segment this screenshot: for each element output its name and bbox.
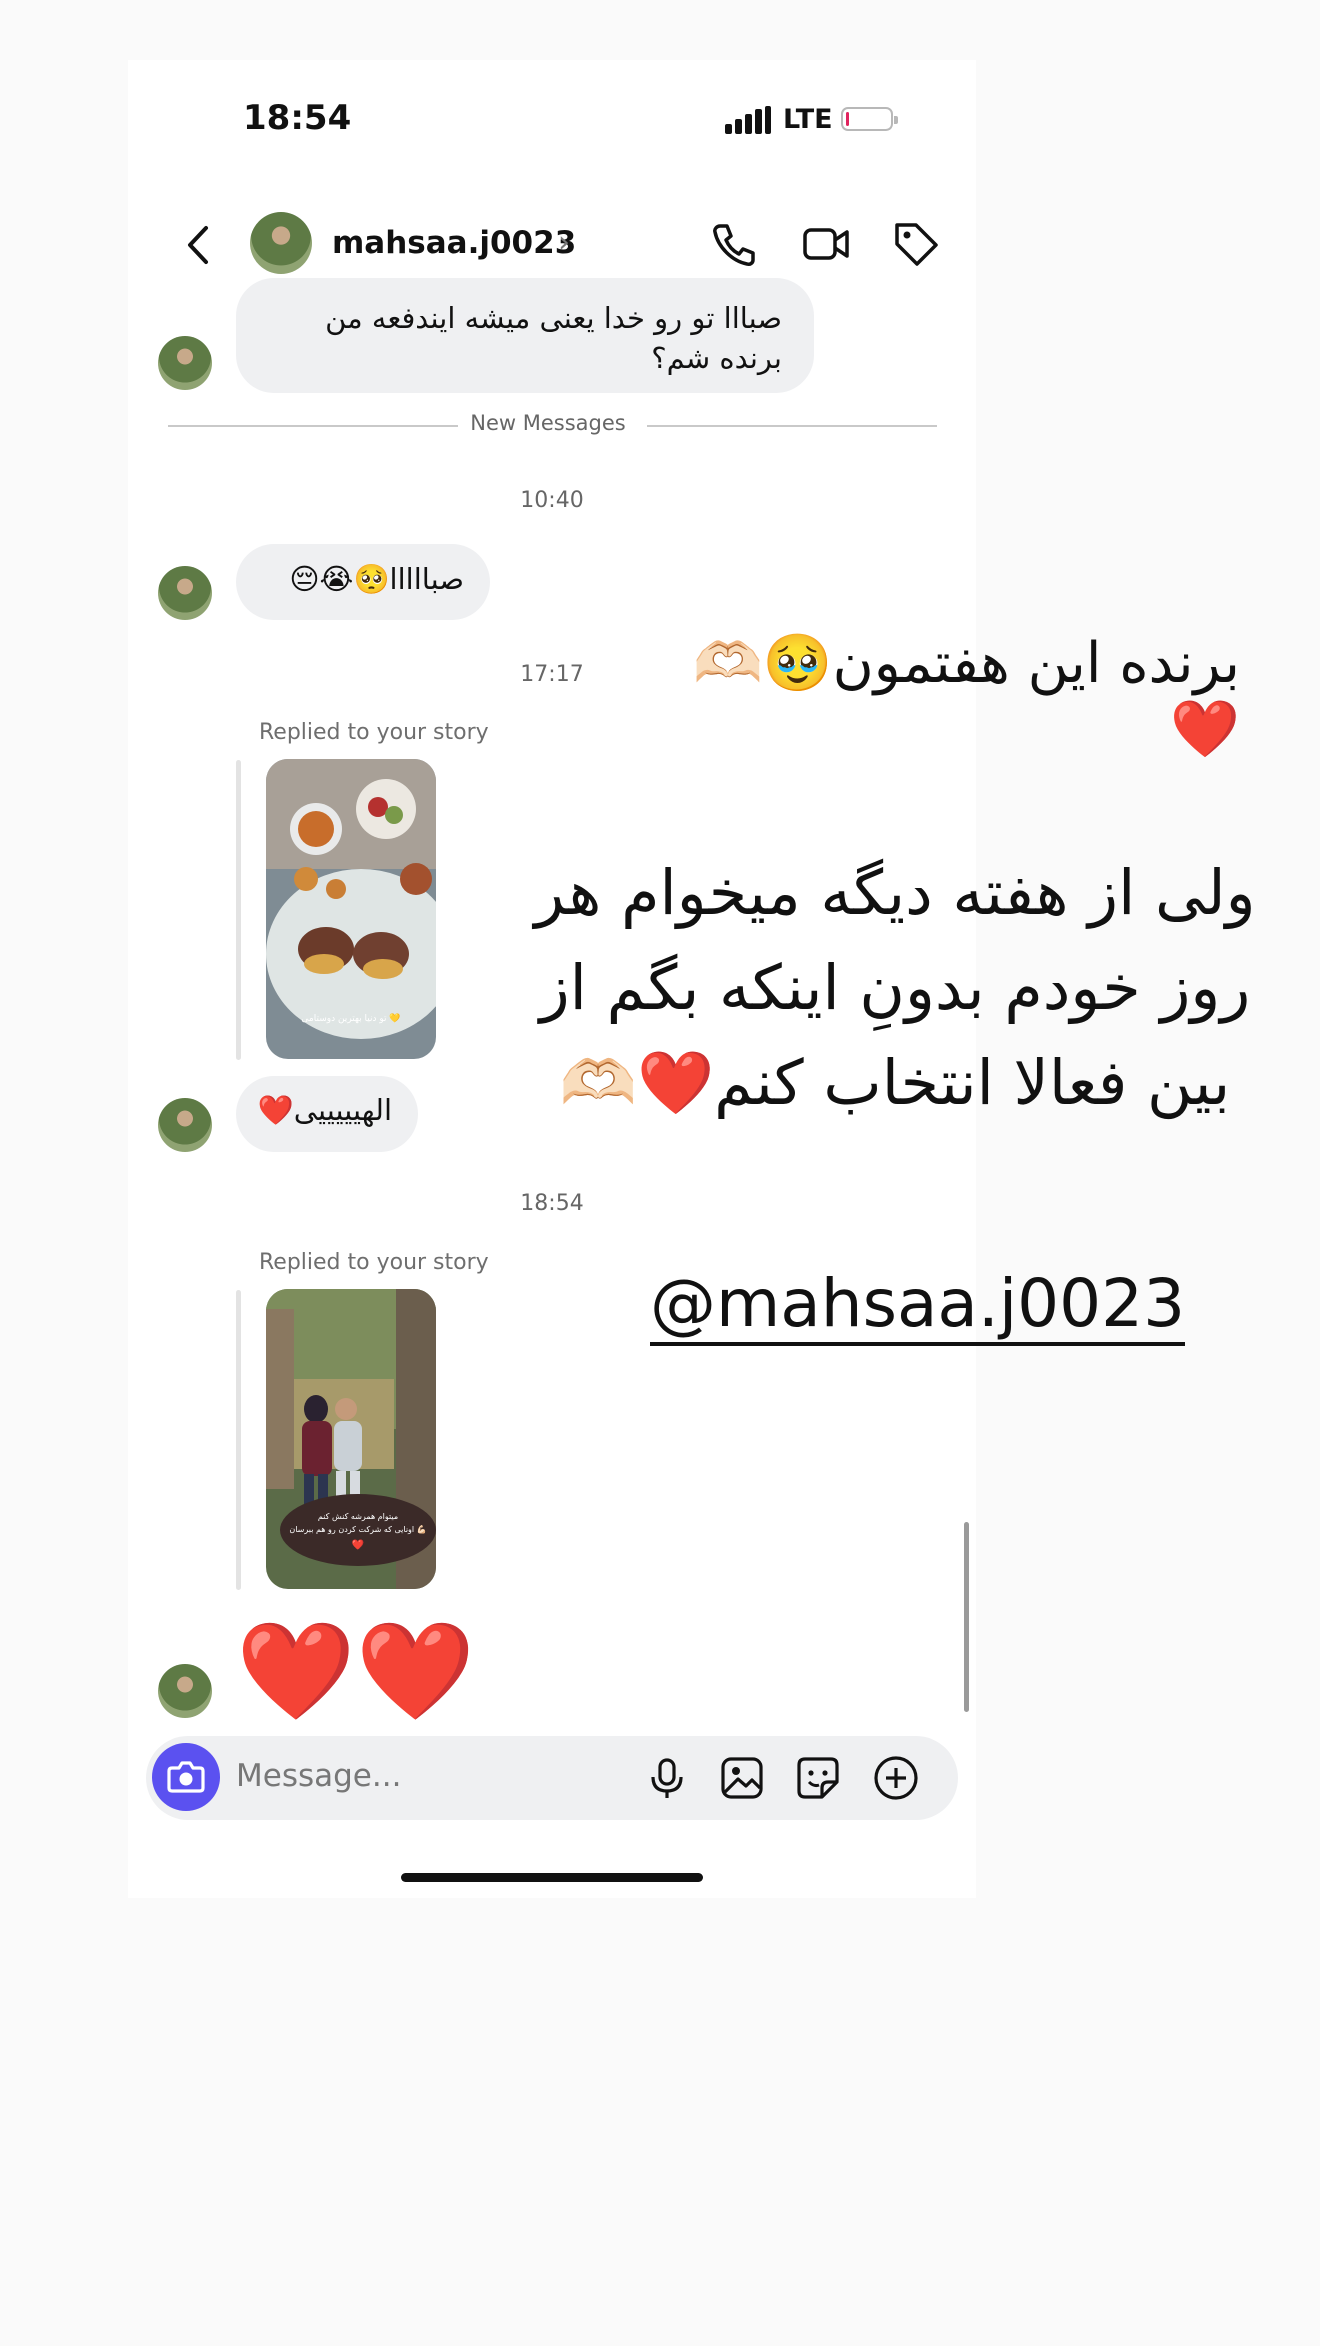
reply-bar (236, 760, 241, 1060)
divider (647, 425, 937, 427)
heart-icon: ❤️ (352, 1539, 365, 1551)
network-type: LTE (783, 104, 833, 135)
gallery-icon[interactable] (716, 1752, 768, 1804)
back-arrow-icon[interactable] (178, 220, 218, 270)
video-icon[interactable] (800, 218, 852, 270)
microphone-icon[interactable] (641, 1752, 693, 1804)
story-thumbnail[interactable]: تو دنیا بهترین دوستامی 💛 (266, 759, 436, 1059)
divider (168, 425, 458, 427)
reply-bar (236, 1290, 241, 1590)
overlay-handle: @mahsaa.j0023 (650, 1265, 1186, 1346)
plus-icon[interactable] (870, 1752, 922, 1804)
avatar[interactable] (158, 566, 212, 620)
message-bubble[interactable]: صبااااا🥺😭😔 (236, 544, 490, 620)
story-thumbnail[interactable]: میتوام همرشه کنش کنم اونایی که شرکت کردن… (266, 1289, 436, 1589)
avatar[interactable] (158, 1664, 212, 1718)
sticker-icon[interactable] (792, 1752, 844, 1804)
overlay-line: روز خودم بدونِ اینکه بگم از (539, 951, 1251, 1024)
avatar[interactable] (250, 212, 312, 274)
overlay-line: ولی از هفته دیگه میخوام هر (534, 856, 1256, 929)
signal-icon (725, 106, 771, 134)
story-caption: تو دنیا بهترین دوستامی 💛 (301, 1013, 401, 1024)
scrollbar[interactable] (964, 1522, 969, 1712)
replied-label: Replied to your story (259, 720, 489, 745)
avatar[interactable] (158, 1098, 212, 1152)
message-bubble[interactable]: صبااا تو رو خدا یعنی میشه ایندفعه من برن… (236, 278, 814, 393)
message-composer: Message... (146, 1736, 958, 1820)
message-bubble[interactable]: الهیییییی❤️ (236, 1076, 418, 1152)
chat-username[interactable]: mahsaa.j0023 (332, 225, 576, 261)
handle-text: @mahsaa.j0023 (650, 1265, 1186, 1346)
camera-icon (167, 1761, 205, 1793)
replied-label: Replied to your story (259, 1250, 489, 1275)
home-indicator (401, 1873, 703, 1882)
overlay-headline: برنده این هفتمون🥹🫶🏻❤️ (693, 631, 1240, 762)
timestamp: 10:40 (520, 488, 584, 513)
chat-header: mahsaa.j0023 › (128, 200, 976, 290)
tag-icon[interactable] (890, 218, 942, 270)
phone-icon[interactable] (708, 218, 760, 270)
hearts-message[interactable]: ❤️❤️ (236, 1616, 475, 1726)
battery-icon (841, 107, 898, 131)
story-caption: اونایی که شرکت کردن رو هم ببرسان 💪🏻 (289, 1524, 426, 1534)
chevron-right-icon[interactable]: › (558, 225, 570, 260)
story-caption: میتوام همرشه کنش کنم (318, 1512, 398, 1521)
overlay-body: ولی از هفته دیگه میخوام هر روز خودم بدون… (520, 845, 1270, 1130)
camera-button[interactable] (152, 1743, 220, 1811)
message-input[interactable]: Message... (236, 1758, 401, 1794)
timestamp: 18:54 (520, 1191, 584, 1216)
new-messages-label: New Messages (470, 411, 626, 435)
overlay-line: بین فعالا انتخاب کنم❤️🫶🏻 (559, 1046, 1231, 1119)
avatar[interactable] (158, 336, 212, 390)
battery-level (846, 112, 850, 126)
status-time: 18:54 (243, 98, 352, 138)
